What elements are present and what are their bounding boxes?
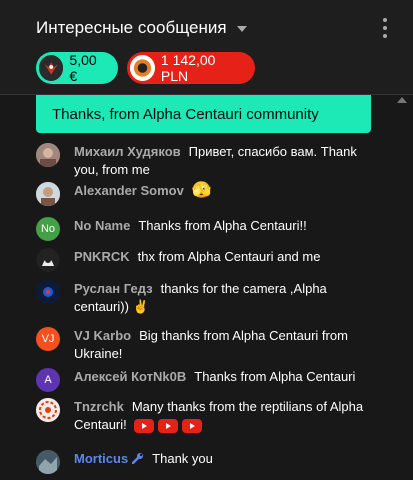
pinned-superchat-banner[interactable]: Thanks, from Alpha Centauri community — [36, 95, 371, 133]
more-options-icon[interactable] — [381, 18, 389, 38]
message-emoji: 🫣 — [191, 182, 212, 199]
chat-message[interactable]: Михаил Худяков Привет, спасибо вам. Thank… — [36, 143, 376, 179]
superchat-chip[interactable]: 5,00 € — [36, 52, 118, 84]
superchat-ticker: 5,00 € 1 142,00 PLN — [36, 52, 255, 84]
youtube-emoji-icon — [158, 418, 179, 433]
chat-message[interactable]: A Алексей КотNk0B Thanks from Alpha Centa… — [36, 368, 376, 392]
chat-message[interactable]: PNKRCK thx from Alpha Centauri and me — [36, 248, 376, 272]
avatar — [36, 143, 60, 167]
message-author[interactable]: Руслан Гедз — [74, 281, 153, 296]
message-author[interactable]: Tnzrchk — [74, 399, 124, 414]
superchat-amount: 1 142,00 PLN — [160, 52, 216, 84]
message-author[interactable]: Михаил Худяков — [74, 144, 181, 159]
wrench-icon — [131, 451, 144, 465]
chat-message[interactable]: Alexander Somov 🫣 — [36, 182, 376, 206]
chat-message[interactable]: Руслан Гедз thanks for the camera ,Alpha … — [36, 280, 376, 316]
youtube-emoji-icon — [182, 418, 203, 433]
avatar — [36, 450, 60, 474]
message-text: thx from Alpha Centauri and me — [137, 249, 321, 264]
scroll-up-icon[interactable] — [397, 97, 407, 103]
message-author[interactable]: Alexander Somov — [74, 183, 184, 198]
message-author[interactable]: PNKRCK — [74, 249, 130, 264]
chat-message[interactable]: VJ VJ Karbo Big thanks from Alpha Centaur… — [36, 327, 376, 363]
avatar — [36, 398, 60, 422]
message-text: Thanks from Alpha Centauri — [194, 369, 356, 384]
chat-message[interactable]: Tnzrchk Many thanks from the reptilians o… — [36, 398, 376, 434]
superchat-chip[interactable]: 1 142,00 PLN — [127, 52, 255, 84]
chat-mode-dropdown[interactable]: Интересные сообщения — [36, 18, 247, 38]
chat-title: Интересные сообщения — [36, 18, 227, 37]
avatar: A — [36, 368, 60, 392]
chat-message[interactable]: No No Name Thanks from Alpha Centauri!! — [36, 217, 376, 241]
chat-message[interactable]: Morticus Thank you — [36, 450, 376, 474]
avatar — [36, 182, 60, 206]
avatar: VJ — [36, 327, 60, 351]
superchat-amount: 5,00 € — [69, 52, 97, 84]
pinned-text: Thanks, from Alpha Centauri community — [52, 105, 319, 123]
avatar — [36, 280, 60, 304]
avatar — [130, 55, 155, 81]
message-text: Thanks from Alpha Centauri!! — [138, 218, 307, 233]
youtube-emoji-icon — [134, 418, 155, 433]
message-text: Thank you — [152, 451, 213, 466]
message-author[interactable]: VJ Karbo — [74, 328, 131, 343]
message-author[interactable]: No Name — [74, 218, 130, 233]
chevron-down-icon — [236, 26, 247, 32]
message-author[interactable]: Алексей КотNk0B — [74, 369, 186, 384]
message-author[interactable]: Morticus — [74, 451, 128, 466]
avatar — [39, 55, 64, 81]
avatar: No — [36, 217, 60, 241]
chat-header: Интересные сообщения 5,00 € 1 142,00 PLN — [0, 0, 413, 95]
avatar — [36, 248, 60, 272]
